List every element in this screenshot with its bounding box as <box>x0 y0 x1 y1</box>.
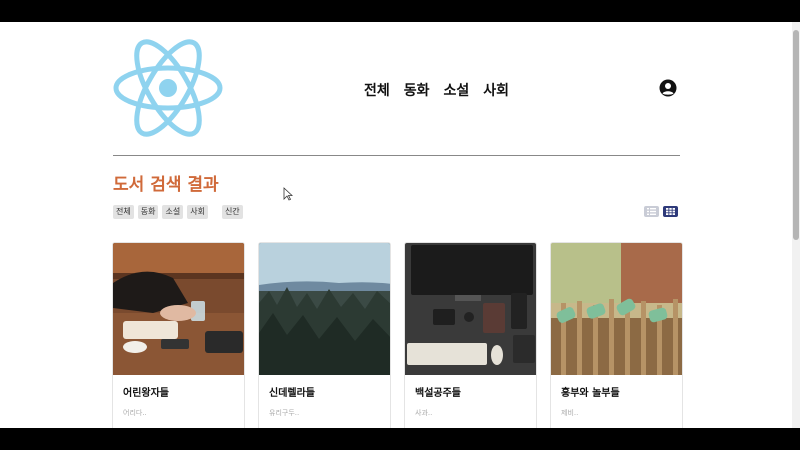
view-toggle <box>644 206 678 217</box>
book-cover-image <box>405 243 536 375</box>
mouse-pointer-icon <box>283 187 293 201</box>
book-author: 유리구두.. <box>269 409 300 417</box>
nav-item-all[interactable]: 전체 <box>364 80 390 100</box>
grid-view-icon <box>666 208 675 215</box>
react-logo-icon[interactable] <box>112 38 224 138</box>
window-top-bar <box>0 0 800 22</box>
book-card[interactable]: 백설공주들 사과.. ... <box>404 242 537 428</box>
list-view-button[interactable] <box>644 206 659 217</box>
page-viewport: 전체 동화 소설 사회 도서 검색 결과 전체 동화 소설 사회 신간 어린왕자… <box>0 22 792 428</box>
category-filter-chips: 전체 동화 소설 사회 신간 <box>113 205 247 219</box>
scrollbar-thumb[interactable] <box>793 30 799 240</box>
book-author: 어리다.. <box>123 409 147 417</box>
user-circle-icon[interactable] <box>659 79 677 97</box>
book-author: 제비.. <box>561 409 579 417</box>
book-title: 신데렐라들 <box>269 388 315 399</box>
book-grid: 어린왕자들 어리다.. ... 신데렐라들 유리구두.. ... 백설공주들 사… <box>112 242 683 428</box>
book-title: 흥부와 놀부들 <box>561 388 620 399</box>
book-cover-image <box>259 243 390 375</box>
filter-chip-all[interactable]: 전체 <box>113 205 134 219</box>
nav-item-society[interactable]: 사회 <box>483 80 509 100</box>
window-bottom-bar <box>0 428 800 450</box>
page-scrollbar[interactable] <box>792 22 800 428</box>
nav-item-novel[interactable]: 소설 <box>444 80 470 100</box>
list-view-icon <box>647 208 656 215</box>
book-title: 백설공주들 <box>415 388 461 399</box>
grid-view-button[interactable] <box>663 206 678 217</box>
book-card[interactable]: 신데렐라들 유리구두.. ... <box>258 242 391 428</box>
main-nav: 전체 동화 소설 사회 <box>364 80 509 100</box>
book-card[interactable]: 어린왕자들 어리다.. ... <box>112 242 245 428</box>
filter-chip-novel[interactable]: 소설 <box>162 205 184 219</box>
filter-chip-society[interactable]: 사회 <box>187 205 208 219</box>
nav-item-fairytale[interactable]: 동화 <box>404 80 430 100</box>
book-author: 사과.. <box>415 409 433 417</box>
filter-chip-fairytale[interactable]: 동화 <box>137 205 159 219</box>
book-cover-image <box>113 243 244 375</box>
page-title: 도서 검색 결과 <box>113 175 219 195</box>
book-cover-image <box>551 243 682 375</box>
header-divider <box>113 155 680 156</box>
filter-chip-new[interactable]: 신간 <box>221 205 243 219</box>
book-card[interactable]: 흥부와 놀부들 제비.. ... <box>550 242 683 428</box>
book-title: 어린왕자들 <box>123 388 169 399</box>
